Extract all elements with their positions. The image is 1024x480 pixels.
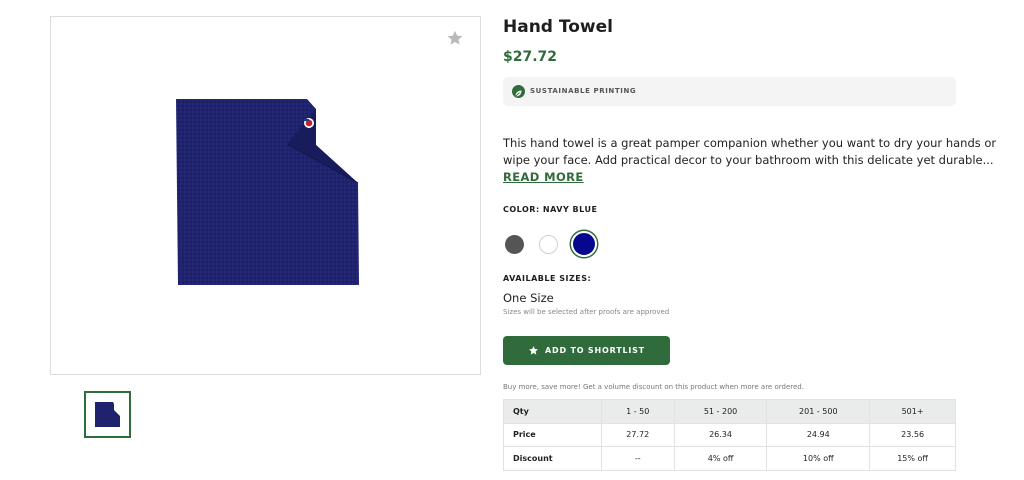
table-cell: 26.34 bbox=[673, 422, 768, 447]
table-header-cell: Qty bbox=[503, 399, 602, 424]
table-header-row: Qty 1 - 50 51 - 200 201 - 500 501+ bbox=[503, 399, 956, 424]
product-title: Hand Towel bbox=[503, 17, 613, 37]
table-cell: Price bbox=[503, 422, 602, 447]
table-row: Price 27.72 26.34 24.94 23.56 bbox=[503, 422, 956, 447]
product-description: This hand towel is a great pamper compan… bbox=[503, 135, 997, 169]
table-header-cell: 1 - 50 bbox=[600, 399, 675, 424]
product-image-panel bbox=[50, 16, 481, 375]
color-swatch-gray[interactable] bbox=[505, 235, 524, 254]
volume-pricing-table: Qty 1 - 50 51 - 200 201 - 500 501+ Price… bbox=[503, 399, 956, 471]
table-header-cell: 51 - 200 bbox=[673, 399, 768, 424]
table-cell: 10% off bbox=[766, 446, 871, 471]
badge-label: SUSTAINABLE PRINTING bbox=[530, 87, 637, 95]
color-swatch-white[interactable] bbox=[539, 235, 558, 254]
table-header-cell: 501+ bbox=[869, 399, 956, 424]
star-icon bbox=[528, 341, 539, 360]
favorite-star-icon[interactable] bbox=[446, 29, 464, 47]
read-more-link[interactable]: READ MORE bbox=[503, 170, 584, 184]
table-header-cell: 201 - 500 bbox=[766, 399, 871, 424]
table-cell: 24.94 bbox=[766, 422, 871, 447]
table-row: Discount -- 4% off 10% off 15% off bbox=[503, 446, 956, 471]
add-to-shortlist-button[interactable]: ADD TO SHORTLIST bbox=[503, 336, 670, 365]
table-cell: Discount bbox=[503, 446, 602, 471]
table-cell: 23.56 bbox=[869, 422, 956, 447]
sustainable-badge: SUSTAINABLE PRINTING bbox=[503, 77, 956, 106]
shortlist-label: ADD TO SHORTLIST bbox=[545, 346, 645, 355]
description-line: wipe your face. Add practical decor to y… bbox=[503, 153, 994, 167]
color-label: COLOR: NAVY BLUE bbox=[503, 205, 598, 214]
leaf-icon bbox=[512, 85, 525, 98]
size-value: One Size bbox=[503, 291, 554, 305]
size-note: Sizes will be selected after proofs are … bbox=[503, 308, 670, 316]
product-thumbnail[interactable] bbox=[84, 391, 131, 438]
description-line: This hand towel is a great pamper compan… bbox=[503, 136, 997, 150]
product-price: $27.72 bbox=[503, 49, 558, 65]
volume-discount-note: Buy more, save more! Get a volume discou… bbox=[503, 383, 804, 391]
table-cell: -- bbox=[600, 446, 675, 471]
table-cell: 15% off bbox=[869, 446, 956, 471]
table-cell: 4% off bbox=[673, 446, 768, 471]
sizes-label: AVAILABLE SIZES: bbox=[503, 274, 592, 283]
table-cell: 27.72 bbox=[600, 422, 675, 447]
hand-towel-image bbox=[176, 99, 361, 285]
color-swatch-navy-blue-selected[interactable] bbox=[571, 231, 597, 257]
